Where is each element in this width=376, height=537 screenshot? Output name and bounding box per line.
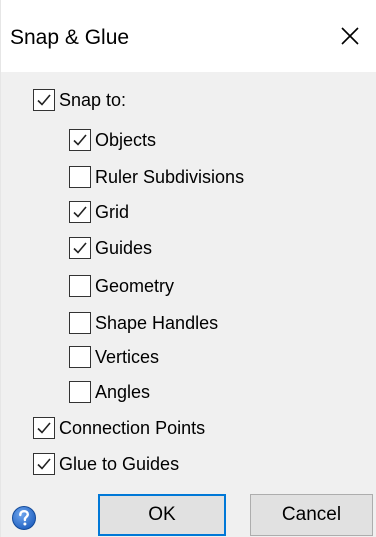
- snap-grid-checkbox[interactable]: [69, 201, 91, 223]
- snap-ruler-subdivisions-label: Ruler Subdivisions: [95, 166, 245, 187]
- snap-objects-checkbox[interactable]: [69, 129, 91, 151]
- connection-points-row[interactable]: Connection Points: [33, 415, 205, 441]
- checkmark-icon: [73, 206, 87, 218]
- glue-to-guides-checkbox[interactable]: [33, 453, 55, 475]
- connection-points-label: Connection Points: [59, 417, 206, 438]
- snap-to-checkbox-row[interactable]: Snap to:: [33, 87, 126, 113]
- checkmark-icon: [73, 242, 87, 254]
- ok-button[interactable]: OK: [98, 494, 226, 536]
- snap-guides-checkbox[interactable]: [69, 237, 91, 259]
- checkmark-icon: [37, 422, 51, 434]
- snap-angles-label: Angles: [95, 381, 151, 402]
- snap-shape-handles-row[interactable]: Shape Handles: [69, 310, 218, 336]
- snap-vertices-checkbox[interactable]: [69, 346, 91, 368]
- cancel-button[interactable]: Cancel: [250, 494, 373, 536]
- snap-geometry-row[interactable]: Geometry: [69, 273, 174, 299]
- snap-vertices-row[interactable]: Vertices: [69, 344, 159, 370]
- snap-to-checkbox[interactable]: [33, 89, 55, 111]
- snap-guides-label: Guides: [95, 237, 153, 258]
- checkmark-icon: [37, 94, 51, 106]
- snap-objects-label: Objects: [95, 129, 157, 150]
- snap-grid-row[interactable]: Grid: [69, 199, 129, 225]
- close-icon: [341, 27, 359, 45]
- snap-geometry-label: Geometry: [95, 275, 175, 296]
- snap-shape-handles-label: Shape Handles: [95, 312, 219, 333]
- snap-guides-row[interactable]: Guides: [69, 235, 152, 261]
- snap-ruler-subdivisions-checkbox[interactable]: [69, 166, 91, 188]
- checkmark-icon: [37, 458, 51, 470]
- snap-geometry-checkbox[interactable]: [69, 275, 91, 297]
- snap-angles-checkbox[interactable]: [69, 381, 91, 403]
- glue-to-guides-label: Glue to Guides: [59, 453, 180, 474]
- glue-to-guides-row[interactable]: Glue to Guides: [33, 451, 179, 477]
- help-icon: [12, 506, 36, 530]
- snap-to-label: Snap to:: [59, 89, 127, 110]
- dialog-body: Snap to: Objects Ruler Subdivisions Grid…: [1, 72, 376, 537]
- checkmark-icon: [73, 134, 87, 146]
- close-button[interactable]: [327, 16, 373, 56]
- help-button[interactable]: [11, 505, 37, 531]
- snap-vertices-label: Vertices: [95, 346, 160, 367]
- title-bar: Snap & Glue: [1, 0, 376, 72]
- snap-shape-handles-checkbox[interactable]: [69, 312, 91, 334]
- snap-angles-row[interactable]: Angles: [69, 379, 150, 405]
- connection-points-checkbox[interactable]: [33, 417, 55, 439]
- snap-glue-dialog: Snap & Glue Snap to: Objects Ruler Subdi…: [0, 0, 376, 537]
- snap-ruler-subdivisions-row[interactable]: Ruler Subdivisions: [69, 164, 244, 190]
- snap-grid-label: Grid: [95, 201, 130, 222]
- dialog-title: Snap & Glue: [10, 26, 130, 49]
- snap-objects-row[interactable]: Objects: [69, 127, 156, 153]
